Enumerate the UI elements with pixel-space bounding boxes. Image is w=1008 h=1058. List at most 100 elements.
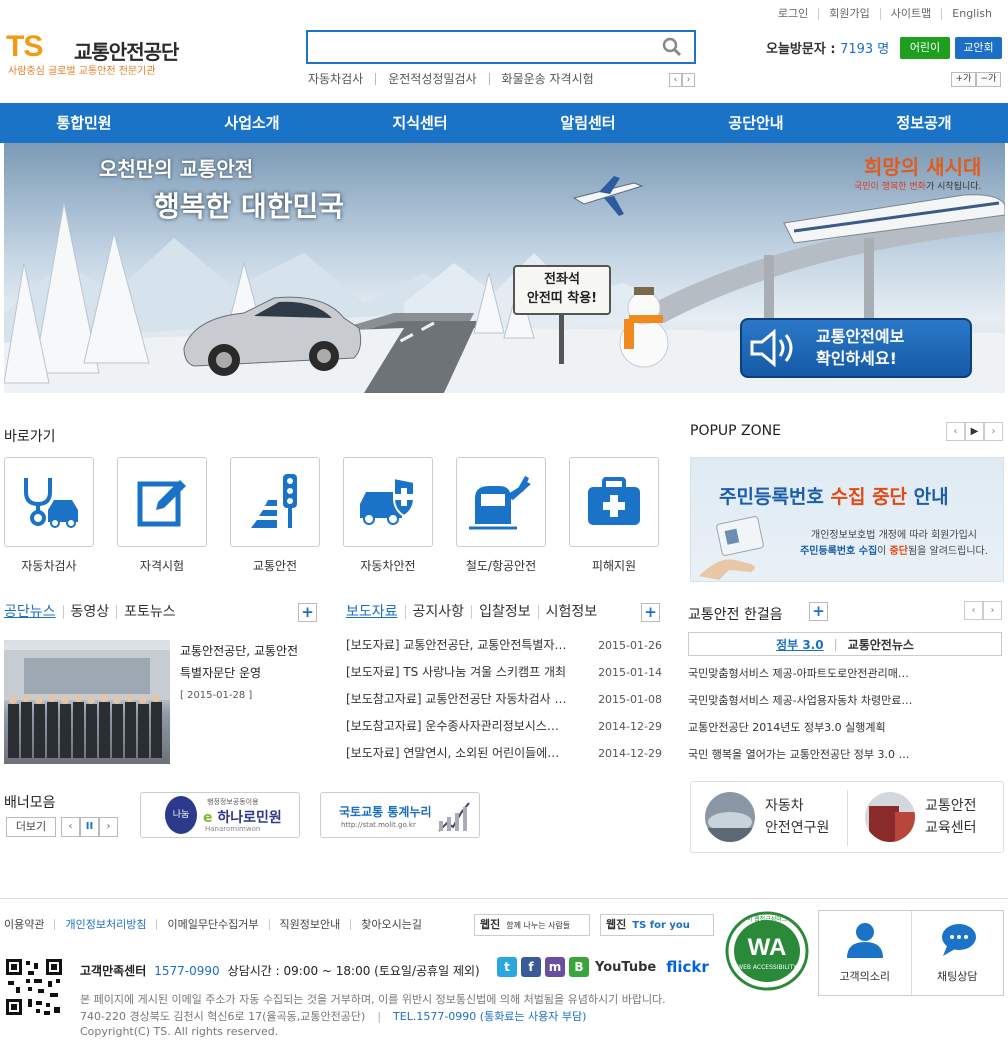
news-feature-date: [ 2015-01-28 ] [180,690,253,701]
next-arrow-icon[interactable]: › [983,601,1002,620]
banners-more-button[interactable]: 더보기 [6,817,56,837]
kids-button[interactable]: 어린이 [900,37,950,59]
webzine-badge-1[interactable]: 웹진 함께 나누는 사람들 [474,914,590,936]
traffic-forecast-button[interactable]: 교통안전예보 확인하세요! [740,318,972,378]
flickr-icon[interactable]: flickr [666,958,709,976]
banner-stat-nuri[interactable]: 국토교통 통계누리 http://stat.molit.go.kr [320,792,480,838]
next-arrow-icon[interactable]: › [682,73,695,87]
nav-item[interactable]: 정보공개 [840,103,1008,143]
play-icon[interactable]: ▶ [965,422,984,441]
speaker-icon [750,328,793,368]
login-link[interactable]: 로그인 [768,8,818,20]
footer-service-buttons: 고객의소리 채팅상담 [818,910,1004,996]
list-item[interactable]: 교통안전공단 2014년도 정부3.0 실행계획 [688,720,928,747]
logo-mark: TS [6,30,43,63]
prev-arrow-icon[interactable]: ‹ [964,601,983,620]
research-links: 자동차 안전연구원 교통안전 교육센터 [690,781,1004,853]
footer-link[interactable]: 찾아오시는길 [350,919,432,930]
list-item[interactable]: [보도자료] TS 사랑나눔 겨울 스키캠프 개최 2015-01-14 [346,665,662,692]
shortcut-traffic-safety[interactable]: 교통안전 [230,457,320,574]
notice-tabs: 보도자료 공지사항 입찰정보 시험정보 [346,605,604,619]
qr-code-icon [4,957,64,1017]
main-banner[interactable]: 오천만의 교통안전 행복한 대한민국 희망의 새시대 국민이 행복한 변화가 시… [4,143,1005,393]
person-icon [846,923,883,958]
twitter-icon[interactable]: t [497,957,517,977]
banner-controls: ‹ II › [61,817,118,837]
nav-item[interactable]: 지식센터 [336,103,504,143]
list-item[interactable]: [보도자료] 연말연시, 소외된 어린이들에… 2014-12-29 [346,746,662,773]
tab-video[interactable]: 동영상 [62,605,117,619]
prev-arrow-icon[interactable]: ‹ [946,422,965,441]
research-institute-link[interactable]: 자동차 안전연구원 [705,792,829,842]
news-photo[interactable] [4,640,170,764]
search-input[interactable] [308,32,648,62]
edit-pencil-icon [137,480,186,527]
banner-hanaro-minwon[interactable]: 나눔 행정정보공동이용 e 하나로민원 Hanaromimwon [140,792,300,838]
prev-arrow-icon[interactable]: ‹ [669,73,682,87]
keyword-link[interactable]: 운전적성정밀검사 [375,73,488,85]
tab-agency-news[interactable]: 공단뉴스 [4,605,63,619]
footer-link[interactable]: 이메일무단수집거부 [156,919,268,930]
news-feature-title[interactable]: 교통안전공단, 교통안전 특별자문단 운영 [180,640,298,684]
shortcut-vehicle-safety[interactable]: 자동차안전 [343,457,433,574]
next-arrow-icon[interactable]: › [984,422,1003,441]
sitemap-link[interactable]: 사이트맵 [879,8,941,20]
font-increase-button[interactable]: +가 [951,72,976,87]
customer-voice-button[interactable]: 고객의소리 [819,911,911,995]
tab-exam-info[interactable]: 시험정보 [537,605,605,619]
hangeoleum-more-plus-icon[interactable]: + [809,602,828,621]
footer-link[interactable]: 개인정보처리방침 [54,919,156,930]
web-accessibility-mark[interactable]: 이 웹접근성마크 WA WEB ACCESSIBILITY [724,910,810,992]
nav-item[interactable]: 알림센터 [504,103,672,143]
chat-consult-button[interactable]: 채팅상담 [910,911,1004,995]
popup-banner[interactable]: 주민등록번호 수집 중단 안내 개인정보보호법 개정에 따라 회원가입시 주민등… [690,457,1004,582]
join-link[interactable]: 회원가입 [818,8,879,20]
youtube-icon[interactable]: YouTube [595,960,656,975]
nav-item[interactable]: 통합민원 [0,103,168,143]
shortcut-rail-air-safety[interactable]: 철도/항공안전 [456,457,546,574]
shortcut-damage-support[interactable]: 피해지원 [569,457,659,574]
me2day-icon[interactable]: m [545,957,565,977]
english-link[interactable]: English [941,8,1002,20]
keyword-link[interactable]: 화물운송 자격시험 [488,73,606,85]
hangeoleum-tabs: 정부 3.0 | 교통안전뉴스 [688,632,1002,656]
list-item[interactable]: 국민 행복을 열어가는 교통안전공단 정부 3.0 … [688,747,928,774]
seatbelt-sign: 전좌석 안전띠 착용! [526,272,598,306]
footer-link[interactable]: 직원정보안내 [268,919,351,930]
tab-notice[interactable]: 공지사항 [404,605,472,619]
prev-arrow-icon[interactable]: ‹ [61,817,80,837]
keyword-link[interactable]: 자동차검사 [308,73,375,85]
news-more-plus-icon[interactable]: + [298,603,317,622]
tab-bid-info[interactable]: 입찰정보 [471,605,538,619]
education-center-link[interactable]: 교통안전 교육센터 [865,792,977,842]
chart-up-icon [438,802,470,832]
shortcut-qualification-test[interactable]: 자격시험 [117,457,207,574]
list-item[interactable]: 국민맞춤형서비스 제공-아파트도로안전관리매… [688,666,928,693]
blog-icon[interactable]: B [569,957,589,977]
utility-links: 로그인 회원가입 사이트맵 English [768,8,1002,20]
logo-name: 교통안전공단 [74,40,179,64]
facebook-icon[interactable]: f [521,957,541,977]
footer-link[interactable]: 이용약관 [4,919,54,930]
banner-hope-title: 희망의 새시대 [864,155,982,179]
next-arrow-icon[interactable]: › [99,817,118,837]
shortcut-car-inspection[interactable]: 자동차검사 [4,457,94,574]
list-item[interactable]: [보도참고자료] 운수종사자관리정보시스… 2014-12-29 [346,719,662,746]
nav-item[interactable]: 사업소개 [168,103,336,143]
tab-gov30[interactable]: 정부 3.0 [766,636,834,653]
font-decrease-button[interactable]: −가 [976,72,1001,87]
notice-more-plus-icon[interactable]: + [641,603,660,622]
site-logo[interactable]: TS 교통안전공단 사람중심 글로벌 교통안전 전문기관 [6,30,206,80]
list-item[interactable]: [보도자료] 교통안전공단, 교통안전특별자… 2015-01-26 [346,638,662,665]
teacher-button[interactable]: 교안회 [955,37,1002,59]
list-item[interactable]: [보도참고자료] 교통안전공단 자동차검사 … 2015-01-08 [346,692,662,719]
tab-traffic-news[interactable]: 교통안전뉴스 [838,636,924,653]
tab-photo-news[interactable]: 포토뉴스 [116,605,183,619]
nav-item[interactable]: 공단안내 [672,103,840,143]
tab-press-release[interactable]: 보도자료 [346,605,405,619]
footer-divider [0,898,1008,899]
pause-icon[interactable]: II [80,817,99,837]
search-icon[interactable] [662,37,682,57]
webzine-badge-2[interactable]: 웹진 TS for you [600,914,714,936]
list-item[interactable]: 국민맞춤형서비스 제공-사업용자동차 차령만료… [688,693,928,720]
